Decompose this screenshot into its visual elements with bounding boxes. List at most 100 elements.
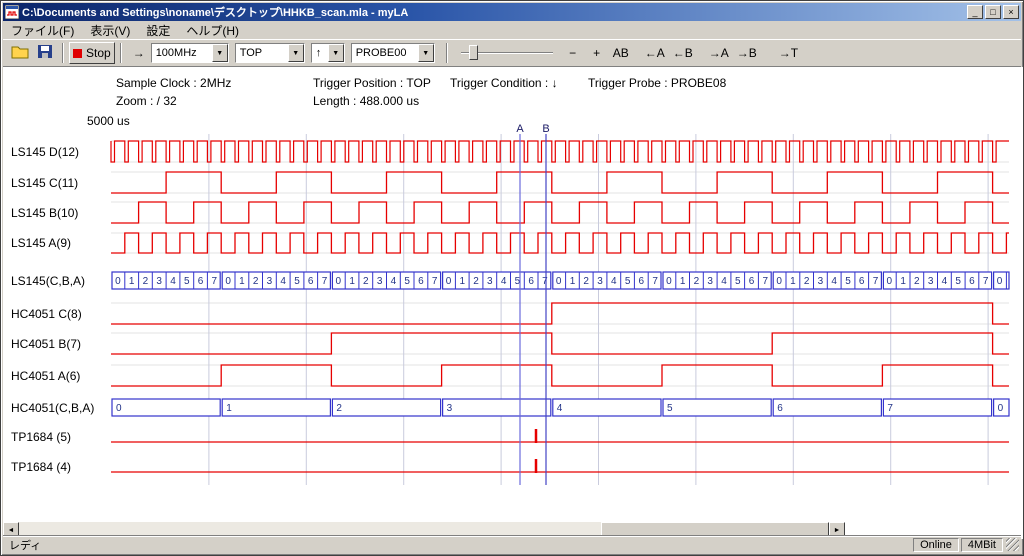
svg-text:7: 7 [873, 276, 879, 287]
svg-text:3: 3 [156, 276, 162, 287]
svg-text:5: 5 [955, 276, 961, 287]
waveform-display: 0123456701234567012345670123456701234567… [3, 113, 1023, 531]
svg-text:5: 5 [404, 276, 410, 287]
svg-text:7: 7 [432, 276, 438, 287]
svg-text:0: 0 [336, 276, 342, 287]
svg-text:5: 5 [294, 276, 300, 287]
svg-text:7: 7 [763, 276, 769, 287]
menu-view[interactable]: 表示(V) [82, 21, 138, 40]
zoom-info: Zoom : / 32 [116, 94, 177, 108]
toolbar: Stop → 100MHz ▼ TOP ▼ ↑ ▼ PROBE00 ▼ − + … [3, 39, 1021, 67]
svg-text:2: 2 [914, 276, 920, 287]
svg-text:3: 3 [818, 276, 824, 287]
svg-text:1: 1 [680, 276, 686, 287]
stop-label: Stop [86, 46, 111, 60]
title-bar[interactable]: C:\Documents and Settings\noname\デスクトップ\… [3, 3, 1021, 21]
open-folder-icon [11, 45, 29, 62]
svg-text:1: 1 [239, 276, 245, 287]
zoom-slider[interactable] [459, 44, 555, 62]
goto-trigger-button[interactable]: →T [775, 42, 802, 64]
svg-text:2: 2 [253, 276, 259, 287]
menu-file[interactable]: ファイル(F) [3, 21, 82, 40]
svg-text:3: 3 [447, 403, 453, 414]
ab-button[interactable]: AB [609, 42, 633, 64]
svg-text:1: 1 [570, 276, 576, 287]
svg-text:0: 0 [225, 276, 231, 287]
save-disk-icon [37, 44, 53, 62]
svg-text:5: 5 [845, 276, 851, 287]
svg-text:2: 2 [143, 276, 149, 287]
zoom-in-button[interactable]: + [585, 42, 609, 64]
toolbar-separator [120, 43, 122, 63]
svg-text:3: 3 [487, 276, 493, 287]
svg-text:7: 7 [983, 276, 989, 287]
status-online-badge: Online [913, 538, 959, 552]
svg-text:2: 2 [473, 276, 479, 287]
svg-text:4: 4 [721, 276, 727, 287]
toolbar-separator [62, 43, 64, 63]
svg-text:7: 7 [212, 276, 218, 287]
stop-icon [73, 49, 82, 58]
forward-marker-b-button[interactable]: →B [733, 42, 761, 64]
status-ready-text: レディ [5, 537, 911, 553]
trigger-edge-value: ↑ [312, 44, 328, 62]
svg-text:7: 7 [542, 276, 548, 287]
zoom-slider-thumb[interactable] [469, 45, 478, 60]
chevron-down-icon[interactable]: ▼ [288, 44, 304, 62]
menu-bar: ファイル(F) 表示(V) 設定 ヘルプ(H) [3, 21, 1021, 39]
chevron-down-icon[interactable]: ▼ [328, 44, 344, 62]
svg-text:5: 5 [184, 276, 190, 287]
svg-text:6: 6 [777, 403, 783, 414]
svg-text:A: A [516, 123, 524, 135]
zoom-out-button[interactable]: − [561, 42, 585, 64]
trigger-position-value: TOP [236, 44, 288, 62]
svg-text:1: 1 [349, 276, 355, 287]
forward-marker-a-button[interactable]: →A [705, 42, 733, 64]
close-button[interactable]: × [1003, 5, 1019, 19]
svg-text:4: 4 [611, 276, 617, 287]
trigger-probe-select[interactable]: PROBE00 ▼ [351, 43, 435, 63]
svg-text:2: 2 [363, 276, 369, 287]
save-button[interactable] [33, 42, 57, 64]
svg-text:0: 0 [997, 276, 1003, 287]
svg-text:6: 6 [859, 276, 865, 287]
window-controls: _ □ × [967, 5, 1019, 19]
trigger-position-select[interactable]: TOP ▼ [235, 43, 305, 63]
resize-grip[interactable] [1006, 538, 1019, 551]
svg-text:3: 3 [267, 276, 273, 287]
svg-text:2: 2 [336, 403, 342, 414]
chevron-down-icon[interactable]: ▼ [418, 44, 434, 62]
window-title: C:\Documents and Settings\noname\デスクトップ\… [22, 4, 967, 20]
svg-text:3: 3 [707, 276, 713, 287]
svg-text:4: 4 [391, 276, 397, 287]
svg-text:1: 1 [900, 276, 906, 287]
run-button[interactable]: → [127, 42, 151, 64]
svg-text:7: 7 [887, 403, 893, 414]
goto-marker-a-button[interactable]: ←A [641, 42, 669, 64]
svg-text:1: 1 [129, 276, 135, 287]
menu-settings[interactable]: 設定 [138, 21, 178, 40]
open-button[interactable] [7, 42, 33, 64]
svg-text:0: 0 [776, 276, 782, 287]
minimize-button[interactable]: _ [967, 5, 983, 19]
menu-help[interactable]: ヘルプ(H) [178, 21, 247, 40]
svg-text:0: 0 [116, 403, 122, 414]
svg-text:2: 2 [583, 276, 589, 287]
svg-text:6: 6 [418, 276, 424, 287]
svg-text:6: 6 [528, 276, 534, 287]
svg-text:6: 6 [198, 276, 204, 287]
svg-text:B: B [542, 123, 549, 135]
svg-text:7: 7 [652, 276, 658, 287]
status-bar: レディ Online 4MBit [3, 535, 1021, 553]
stop-button[interactable]: Stop [69, 42, 115, 64]
trigger-edge-select[interactable]: ↑ ▼ [311, 43, 345, 63]
svg-text:3: 3 [597, 276, 603, 287]
svg-text:4: 4 [280, 276, 286, 287]
sample-clock-select[interactable]: 100MHz ▼ [151, 43, 229, 63]
maximize-button[interactable]: □ [985, 5, 1001, 19]
svg-text:4: 4 [170, 276, 176, 287]
svg-text:0: 0 [666, 276, 672, 287]
svg-text:0: 0 [998, 403, 1004, 414]
chevron-down-icon[interactable]: ▼ [212, 44, 228, 62]
goto-marker-b-button[interactable]: ←B [669, 42, 697, 64]
